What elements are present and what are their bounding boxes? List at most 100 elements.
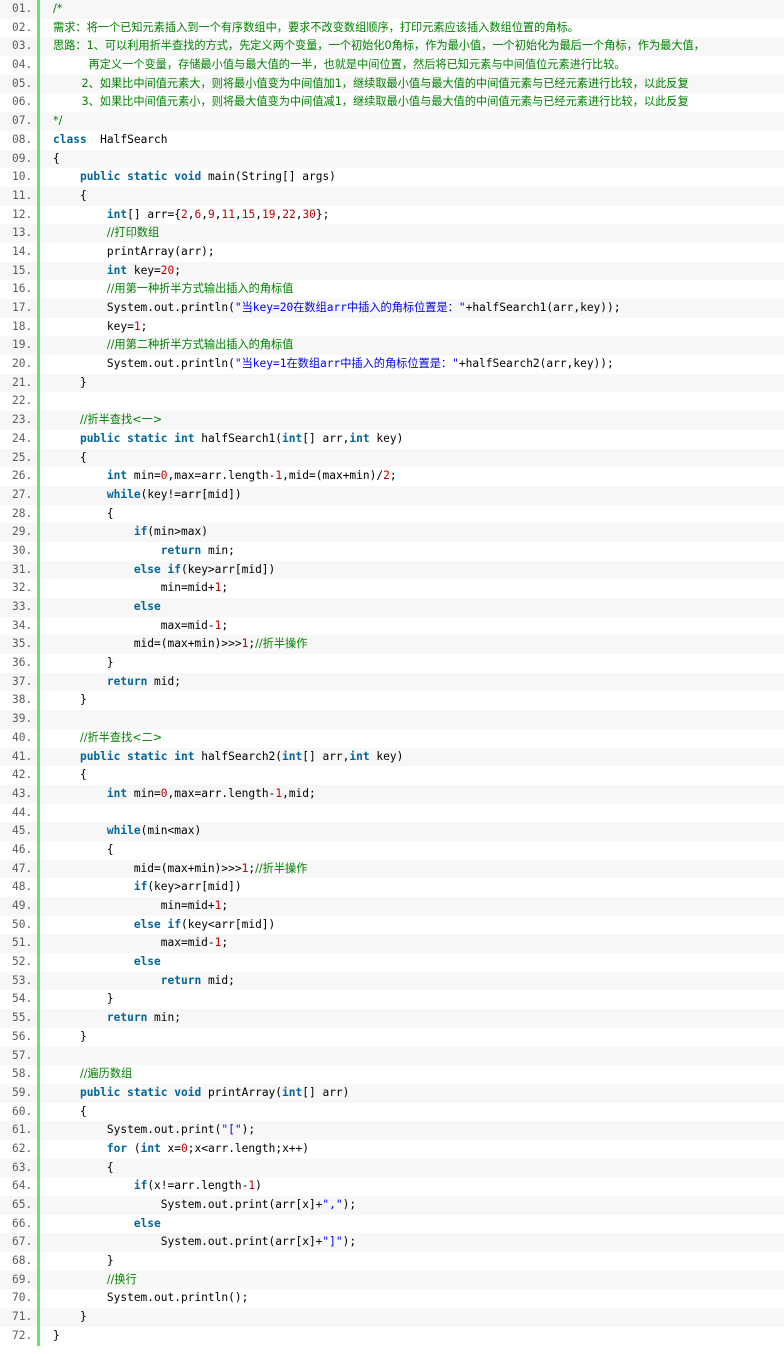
code-token: System.out.print(arr[x]+	[53, 1198, 323, 1211]
line-number: 19.	[0, 336, 40, 356]
code-token: key)	[369, 749, 404, 763]
code-token: +halfSearch2(arr,key));	[458, 357, 614, 371]
code-line: 67. System.out.print(arr[x]+"]");	[0, 1233, 784, 1253]
string-token: "当key=20在数组arr中插入的角标位置是："	[234, 301, 466, 314]
code-token: )	[255, 1179, 262, 1193]
code-text: }	[53, 1327, 784, 1346]
comment-token: //折半操作	[255, 637, 308, 651]
keyword-token: return	[106, 674, 148, 688]
code-token: mid;	[201, 973, 235, 987]
number-token: 2	[383, 469, 390, 483]
code-line: 12. int[] arr={2,6,9,11,15,19,22,30};	[0, 205, 784, 225]
line-number: 58.	[0, 1065, 40, 1084]
number-token: 9	[208, 207, 215, 221]
line-number: 24.	[0, 429, 40, 449]
code-token: );	[342, 1235, 357, 1249]
number-token: 11	[221, 207, 235, 221]
line-number: 14.	[0, 242, 40, 262]
code-token: key)	[369, 431, 404, 445]
code-text: }	[53, 1028, 784, 1047]
line-number: 36.	[0, 654, 40, 673]
code-line: 26. int min=0,max=arr.length-1,mid=(max+…	[0, 467, 784, 486]
code-token: );	[241, 1123, 256, 1137]
line-number: 53.	[0, 971, 40, 991]
code-token: }	[53, 1310, 87, 1324]
keyword-token: while	[106, 824, 141, 838]
code-line: 35. mid=(max+min)>>>1;//折半操作	[0, 635, 784, 655]
line-number: 71.	[0, 1308, 40, 1327]
comment-token: //用第二种折半方式输出插入的角标值	[106, 338, 294, 352]
line-number: 10.	[0, 168, 40, 187]
code-token: }	[53, 656, 114, 670]
keyword-token: else if	[133, 917, 181, 931]
code-token: {	[53, 188, 87, 202]
line-number: 65.	[0, 1196, 40, 1215]
line-number: 26.	[0, 467, 40, 486]
line-number: 13.	[0, 224, 40, 243]
comment-token: 2、如果比中间值元素大，则将最小值变为中间值加1，继续取最小值与最大值的中间值元…	[53, 76, 689, 90]
code-token: ;	[221, 581, 229, 595]
code-text	[53, 710, 784, 729]
code-text: max=mid-1;	[53, 934, 784, 953]
code-text: if(min>max)	[53, 523, 784, 542]
code-token: {	[53, 768, 87, 782]
code-text: //遍历数组	[53, 1065, 784, 1084]
line-number: 28.	[0, 504, 40, 524]
code-text: int min=0,max=arr.length-1,mid=(max+min)…	[53, 467, 784, 486]
code-text: {	[53, 505, 784, 524]
code-text: {	[53, 1159, 784, 1178]
code-line: 10. public static void main(String[] arg…	[0, 168, 784, 187]
code-token: [] arr,	[302, 749, 350, 763]
code-text	[53, 392, 784, 411]
code-text: }	[53, 654, 784, 673]
code-line: 54. }	[0, 990, 784, 1010]
code-line: 39.	[0, 710, 784, 729]
code-token: min=mid+	[53, 899, 215, 912]
code-token: printArray(	[201, 1085, 283, 1099]
code-line: 70. System.out.println();	[0, 1289, 784, 1309]
code-line: 03. 思路：1、可以利用折半查找的方式，先定义两个变量，一个初始化0角标，作为最…	[0, 37, 784, 57]
code-token: (key>arr[mid])	[180, 562, 276, 576]
comment-token: //折半查找<一>	[79, 413, 163, 427]
code-line: 63. {	[0, 1158, 784, 1178]
code-token: ,	[187, 207, 195, 221]
line-number: 66.	[0, 1214, 40, 1234]
code-token: halfSearch1(	[194, 431, 283, 445]
line-number: 41.	[0, 747, 40, 767]
code-line: 16. //用第一种折半方式输出插入的角标值	[0, 280, 784, 299]
code-line: 48. if(key>arr[mid])	[0, 878, 784, 897]
code-line: 69. //换行	[0, 1270, 784, 1290]
line-number: 45.	[0, 822, 40, 841]
keyword-token: public static int	[79, 749, 195, 763]
line-number: 11.	[0, 186, 40, 206]
code-text: //用第一种折半方式输出插入的角标值	[53, 280, 784, 299]
code-line: 22.	[0, 392, 784, 412]
line-number: 35.	[0, 635, 40, 655]
code-token: ,mid;	[282, 786, 316, 800]
code-text: class HalfSearch	[53, 131, 784, 150]
code-token: ,	[214, 207, 222, 221]
code-token: main(String[] args)	[201, 170, 336, 184]
line-number: 61.	[0, 1121, 40, 1140]
comment-token: 再定义一个变量，存储最小值与最大值的一半，也就是中间位置，然后将已知元素与中间值…	[53, 58, 626, 72]
code-line: 71. }	[0, 1308, 784, 1327]
line-number: 38.	[0, 691, 40, 711]
code-token: min=	[127, 469, 161, 483]
code-text: public static int halfSearch2(int[] arr,…	[53, 748, 784, 767]
code-token: printArray(arr);	[53, 244, 215, 258]
code-text: else if(key>arr[mid])	[53, 561, 784, 580]
